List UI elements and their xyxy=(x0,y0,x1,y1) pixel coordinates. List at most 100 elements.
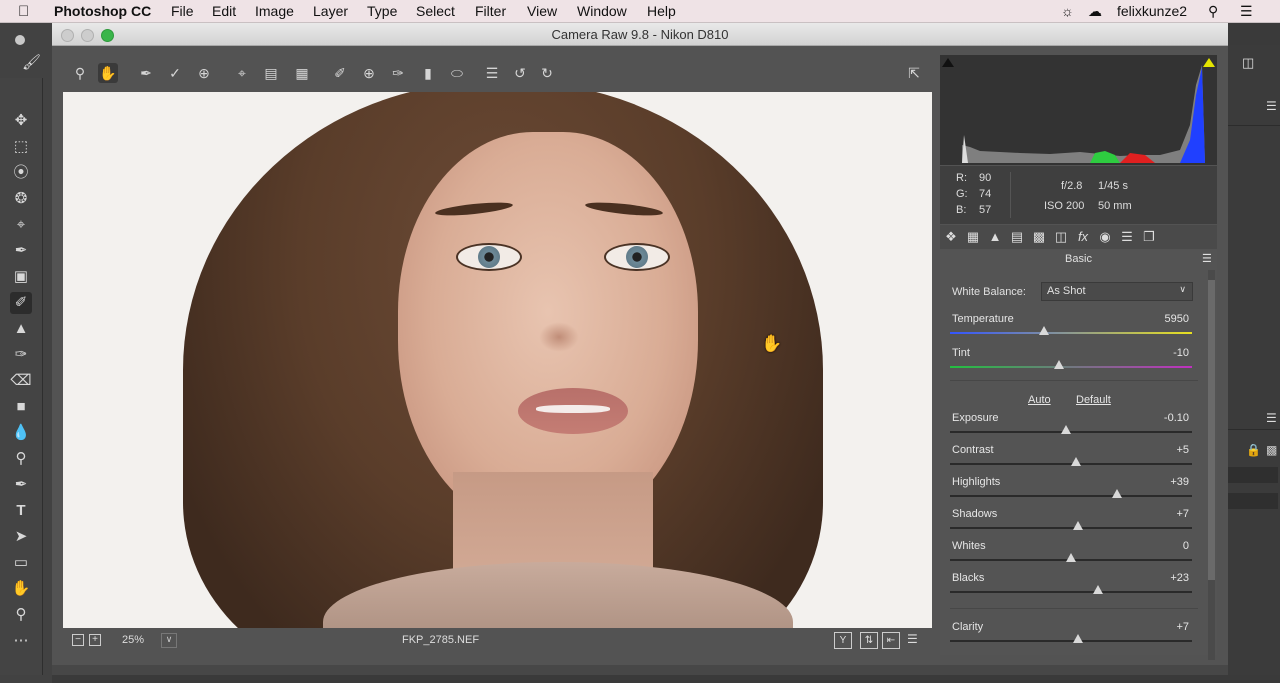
copy-settings-icon[interactable]: ⇤ xyxy=(882,632,900,649)
lasso-tool-icon[interactable]: ⦿ xyxy=(10,162,32,184)
auto-button[interactable]: Auto xyxy=(1028,394,1051,406)
blur-tool-icon[interactable]: 💧 xyxy=(10,422,32,444)
panel-scrollbar-thumb[interactable] xyxy=(1208,280,1215,580)
effects-tab-icon[interactable]: fx xyxy=(1074,229,1092,245)
menu-help[interactable]: Help xyxy=(647,3,676,19)
lens-corrections-tab-icon[interactable]: ◫ xyxy=(1052,229,1070,245)
shadow-clipping-warning-icon[interactable] xyxy=(942,58,954,67)
highlights-slider-track[interactable] xyxy=(950,495,1192,497)
temperature-slider-thumb[interactable] xyxy=(1039,326,1050,335)
menu-select[interactable]: Select xyxy=(416,3,455,19)
type-tool-icon[interactable]: T xyxy=(10,500,32,522)
marquee-tool-icon[interactable]: ⬚ xyxy=(10,136,32,158)
move-tool-icon[interactable]: ✥ xyxy=(10,110,32,132)
brush-tool-icon[interactable]: ✐ xyxy=(10,292,32,314)
straighten-tool-icon[interactable]: ▤ xyxy=(261,63,281,83)
hsl-tab-icon[interactable]: ▤ xyxy=(1008,229,1026,245)
shadows-slider-track[interactable] xyxy=(950,527,1192,529)
pen-tool-icon[interactable]: ✒ xyxy=(10,474,32,496)
stamp-tool-icon[interactable]: ▲ xyxy=(10,318,32,340)
more-tools-icon[interactable]: ⋯ xyxy=(10,630,32,652)
notification-list-icon[interactable]: ☰ xyxy=(1240,3,1253,20)
default-button[interactable]: Default xyxy=(1076,394,1111,406)
dodge-tool-icon[interactable]: ⚲ xyxy=(10,448,32,470)
creative-cloud-icon[interactable]: ☁ xyxy=(1088,3,1102,20)
hand-tool-icon[interactable]: ✋ xyxy=(98,63,118,83)
preferences-icon[interactable]: ☰ xyxy=(482,63,502,83)
blacks-slider-track[interactable] xyxy=(950,591,1192,593)
clarity-slider-thumb[interactable] xyxy=(1073,634,1084,643)
contrast-value[interactable]: +5 xyxy=(1176,444,1189,456)
panel-layout-icon[interactable]: ◫ xyxy=(1242,55,1254,71)
crop-tool-icon[interactable]: ⌖ xyxy=(10,214,32,236)
radial-filter-icon[interactable]: ⬭ xyxy=(447,63,467,83)
spotlight-search-icon[interactable]: ⚲ xyxy=(1208,3,1218,20)
apple-icon[interactable]:  xyxy=(18,3,29,20)
exposure-value[interactable]: -0.10 xyxy=(1164,412,1189,424)
hand-tool-icon[interactable]: ✋ xyxy=(10,578,32,600)
brush-preset-icon[interactable]: 🖌 xyxy=(22,53,41,71)
basic-tab-icon[interactable]: ❖ xyxy=(942,229,960,245)
temperature-slider-track[interactable] xyxy=(950,332,1192,334)
contrast-slider-thumb[interactable] xyxy=(1070,457,1081,466)
crop-tool-icon[interactable]: ⌖ xyxy=(232,63,252,83)
clarity-value[interactable]: +7 xyxy=(1176,621,1189,633)
menu-file[interactable]: File xyxy=(171,3,194,19)
preview-preferences-icon[interactable]: ☰ xyxy=(907,632,918,646)
menu-edit[interactable]: Edit xyxy=(212,3,236,19)
lock-icon[interactable]: 🔒 xyxy=(1246,443,1261,457)
layer-field[interactable] xyxy=(1226,467,1278,483)
detail-tab-icon[interactable]: ▲ xyxy=(986,229,1004,245)
tint-value[interactable]: -10 xyxy=(1173,347,1189,359)
menu-window[interactable]: Window xyxy=(577,3,627,19)
split-toning-tab-icon[interactable]: ▩ xyxy=(1030,229,1048,245)
menu-type[interactable]: Type xyxy=(367,3,397,19)
shadows-slider-thumb[interactable] xyxy=(1073,521,1084,530)
clarity-slider-track[interactable] xyxy=(950,640,1192,642)
camera-calibration-tab-icon[interactable]: ◉ xyxy=(1096,229,1114,245)
presets-tab-icon[interactable]: ☰ xyxy=(1118,229,1136,245)
blacks-slider-thumb[interactable] xyxy=(1092,585,1103,594)
menu-view[interactable]: View xyxy=(527,3,557,19)
image-preview[interactable]: ✋ xyxy=(63,92,932,628)
rotate-left-icon[interactable]: ↺ xyxy=(510,63,530,83)
white-balance-select[interactable]: As Shot ∨ xyxy=(1041,282,1193,301)
close-app-button[interactable] xyxy=(15,31,33,53)
exposure-slider-thumb[interactable] xyxy=(1061,425,1072,434)
zoom-level[interactable]: 25% xyxy=(122,634,144,646)
highlights-value[interactable]: +39 xyxy=(1170,476,1189,488)
swap-settings-icon[interactable]: ⇅ xyxy=(860,632,878,649)
shadows-value[interactable]: +7 xyxy=(1176,508,1189,520)
whites-value[interactable]: 0 xyxy=(1183,540,1189,552)
layer-option-icon[interactable]: ▩ xyxy=(1266,443,1277,457)
eraser-tool-icon[interactable]: ⌫ xyxy=(10,370,32,392)
blacks-value[interactable]: +23 xyxy=(1170,572,1189,584)
eyedropper-tool-icon[interactable]: ✒ xyxy=(10,240,32,262)
quick-select-tool-icon[interactable]: ❂ xyxy=(10,188,32,210)
transform-tool-icon[interactable]: ▦ xyxy=(292,63,312,83)
red-eye-tool-icon[interactable]: ⊕ xyxy=(359,63,379,83)
patch-tool-icon[interactable]: ▣ xyxy=(10,266,32,288)
brightness-icon[interactable]: ☼ xyxy=(1061,3,1074,19)
before-after-toggle-icon[interactable]: Y xyxy=(834,632,852,649)
menu-layer[interactable]: Layer xyxy=(313,3,348,19)
zoom-dropdown-chevron-icon[interactable]: ∨ xyxy=(161,633,177,648)
app-menu[interactable]: Photoshop CC xyxy=(54,3,151,19)
zoom-tool-icon[interactable]: ⚲ xyxy=(70,63,90,83)
white-balance-tool-icon[interactable]: ✒ xyxy=(136,63,156,83)
snapshots-tab-icon[interactable]: ❐ xyxy=(1140,229,1158,245)
path-select-tool-icon[interactable]: ➤ xyxy=(10,526,32,548)
panel-menu-icon[interactable]: ☰ xyxy=(1202,252,1212,265)
menu-filter[interactable]: Filter xyxy=(475,3,506,19)
menu-image[interactable]: Image xyxy=(255,3,294,19)
history-brush-tool-icon[interactable]: ✑ xyxy=(10,344,32,366)
graduated-filter-icon[interactable]: ▮ xyxy=(418,63,438,83)
temperature-value[interactable]: 5950 xyxy=(1165,313,1189,325)
adjustment-brush-icon[interactable]: ✑ xyxy=(388,63,408,83)
zoom-in-button[interactable]: + xyxy=(89,634,101,646)
gradient-tool-icon[interactable]: ■ xyxy=(10,396,32,418)
highlights-slider-thumb[interactable] xyxy=(1111,489,1122,498)
rotate-right-icon[interactable]: ↻ xyxy=(537,63,557,83)
layer-field-2[interactable] xyxy=(1226,493,1278,509)
panel-menu-icon[interactable]: ☰ xyxy=(1266,99,1277,113)
